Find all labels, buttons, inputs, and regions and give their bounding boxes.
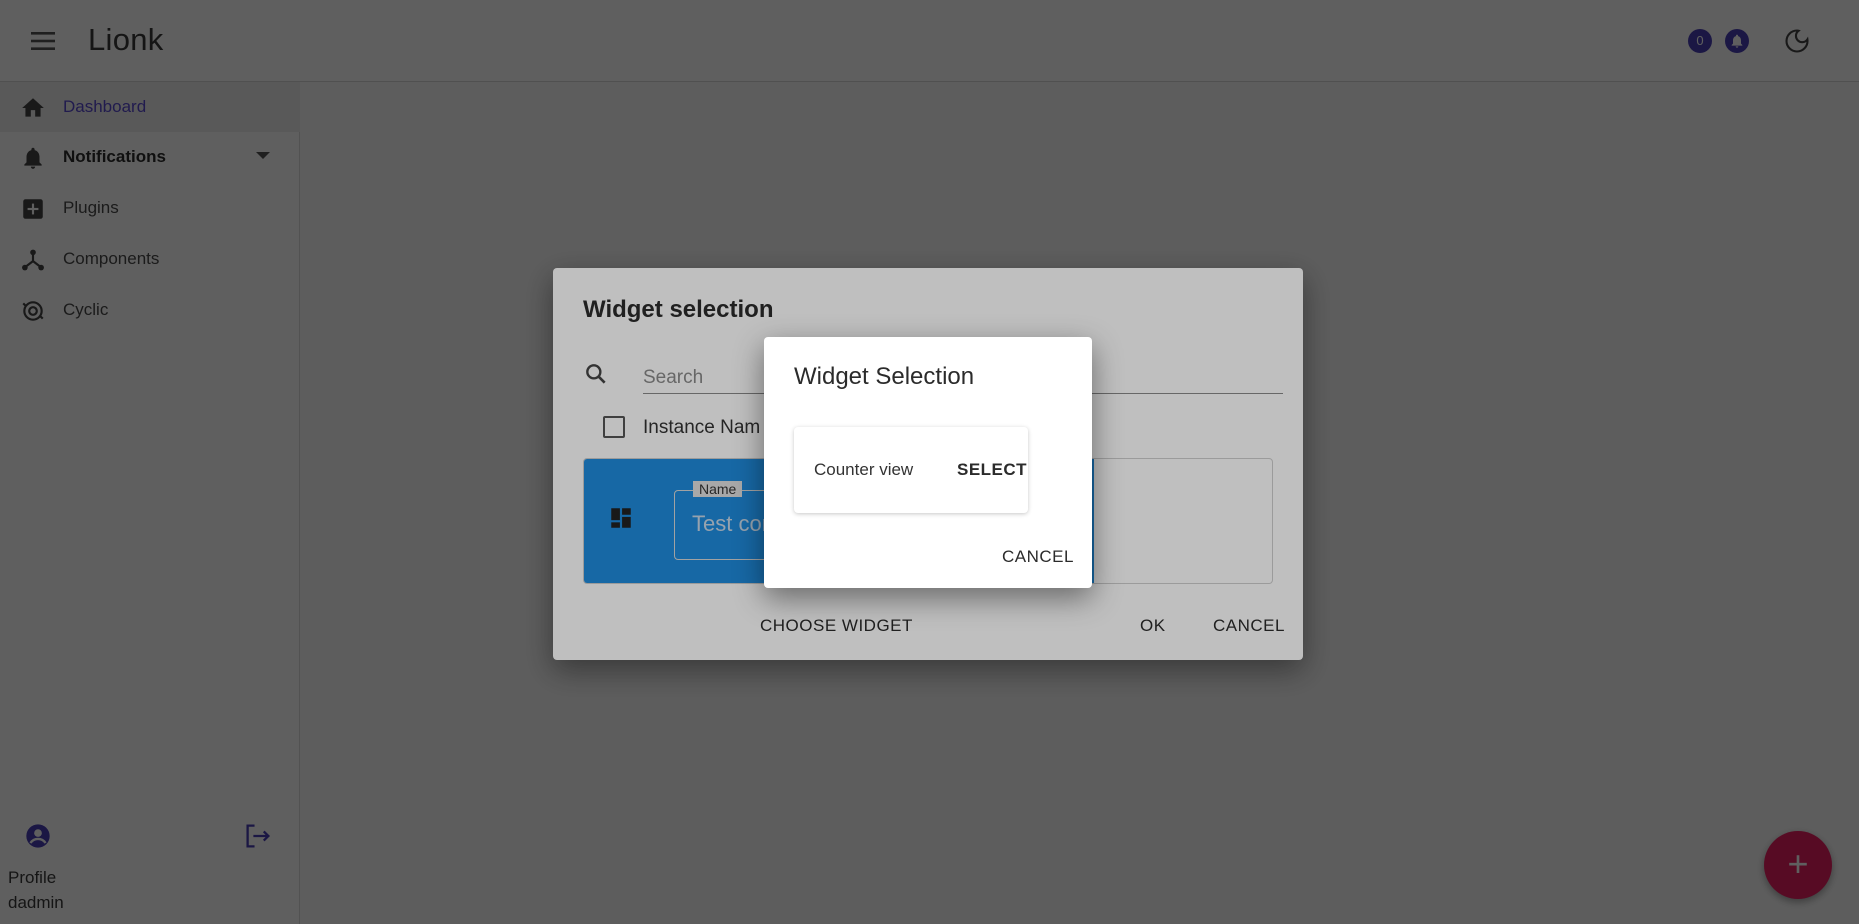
widget-list-item: Counter view SELECT [794,427,1028,513]
dialog-title: Widget Selection [794,363,975,390]
widget-type-selection-dialog: Widget Selection Counter view SELECT CAN… [764,337,1092,588]
widget-name-label: Counter view [814,460,914,479]
cancel-button[interactable]: CANCEL [1002,547,1074,567]
select-button[interactable]: SELECT [957,460,1027,480]
